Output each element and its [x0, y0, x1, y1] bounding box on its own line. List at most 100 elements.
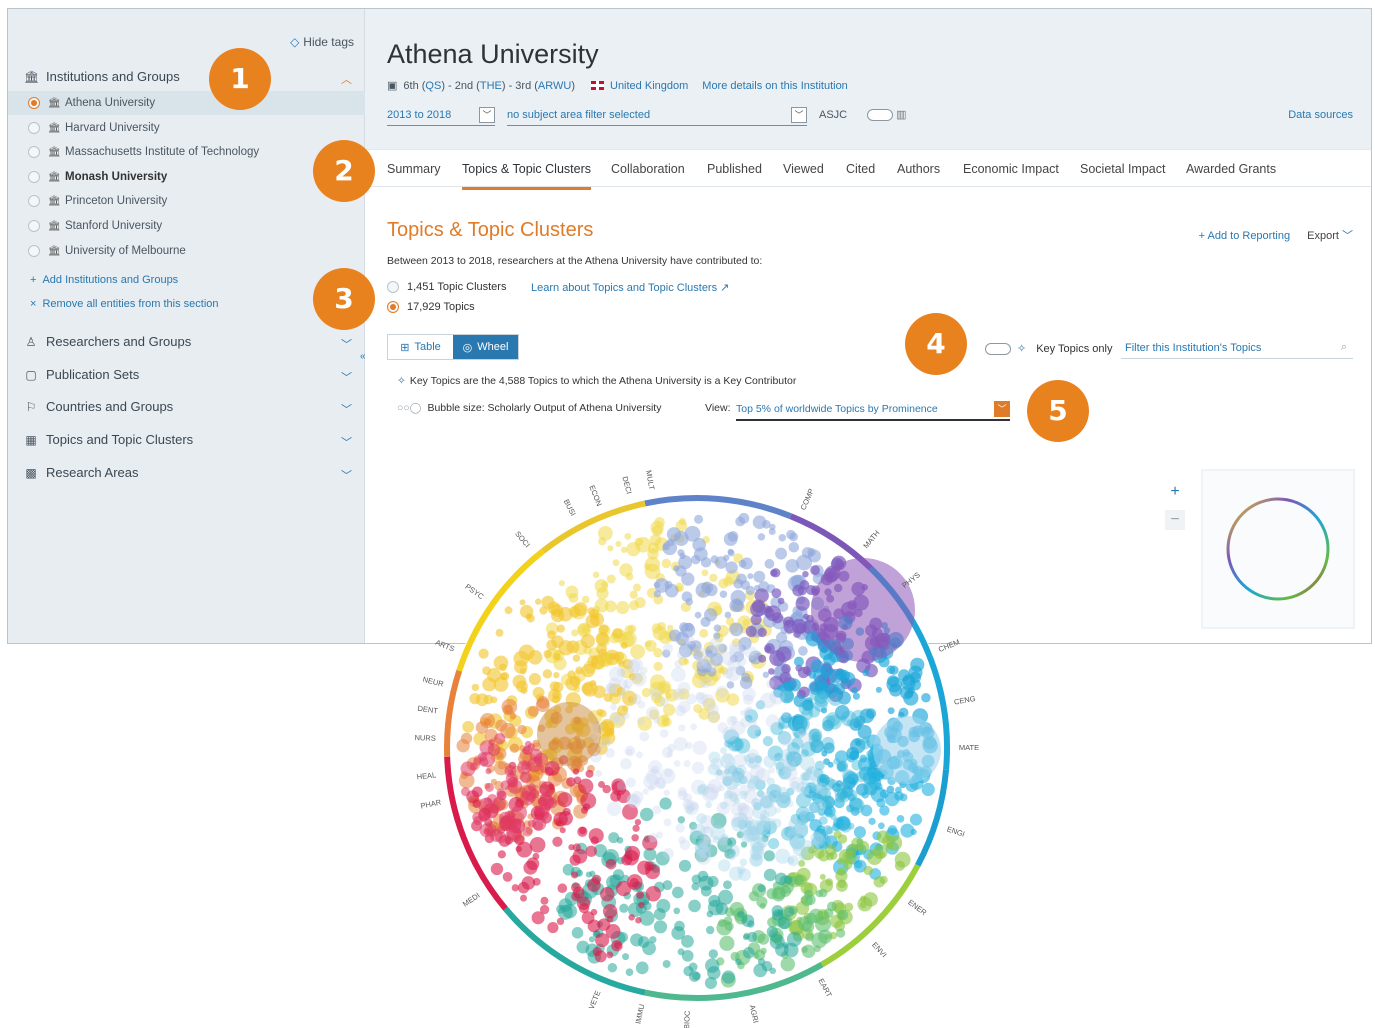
- topic-bubble[interactable]: [662, 543, 670, 551]
- institution-item[interactable]: 🏛 Harvard University: [8, 116, 365, 140]
- topic-bubble[interactable]: [627, 794, 641, 809]
- topic-bubble[interactable]: [788, 763, 797, 772]
- topic-bubble[interactable]: [546, 639, 558, 651]
- topic-bubble[interactable]: [762, 671, 770, 678]
- topic-bubble[interactable]: [887, 707, 895, 715]
- topic-bubble[interactable]: [644, 861, 655, 871]
- topic-bubble[interactable]: [616, 601, 630, 615]
- topic-bubble[interactable]: [719, 590, 728, 599]
- topic-bubble[interactable]: [847, 843, 858, 854]
- topic-bubble[interactable]: [688, 899, 701, 913]
- topic-bubble[interactable]: [821, 746, 828, 753]
- topic-bubble[interactable]: [733, 797, 741, 805]
- topic-bubble[interactable]: [592, 571, 600, 579]
- topic-bubble[interactable]: [640, 666, 648, 675]
- topic-bubble[interactable]: [507, 816, 516, 824]
- topic-bubble[interactable]: [662, 880, 673, 891]
- topic-bubble[interactable]: [671, 886, 684, 899]
- topic-bubble[interactable]: [526, 614, 535, 623]
- topic-bubble[interactable]: [783, 906, 795, 918]
- topic-bubble[interactable]: [475, 721, 489, 734]
- topic-bubble[interactable]: [804, 766, 819, 781]
- topic-bubble[interactable]: [519, 667, 527, 675]
- more-details-link[interactable]: More details on this Institution: [702, 80, 848, 92]
- topic-bubble[interactable]: [774, 872, 788, 886]
- topic-bubble[interactable]: [749, 853, 763, 867]
- topic-bubble[interactable]: [740, 557, 753, 570]
- topic-bubble[interactable]: [537, 702, 601, 766]
- topic-bubble[interactable]: [744, 752, 761, 769]
- topic-bubble[interactable]: [818, 929, 833, 944]
- topic-bubble[interactable]: [726, 715, 737, 726]
- option-topics[interactable]: 17,929 Topics: [387, 301, 475, 313]
- topic-bubble[interactable]: [791, 618, 807, 634]
- topic-bubble[interactable]: [775, 786, 790, 801]
- section-publication-sets[interactable]: ▢ Publication Sets: [24, 367, 139, 382]
- topic-bubble[interactable]: [862, 779, 877, 794]
- radio-icon[interactable]: [28, 195, 40, 207]
- topic-bubble[interactable]: [670, 667, 686, 682]
- topic-bubble[interactable]: [863, 865, 873, 876]
- topic-bubble[interactable]: [558, 640, 574, 656]
- topic-bubble[interactable]: [704, 976, 717, 990]
- topic-bubble[interactable]: [830, 813, 837, 821]
- topic-bubble[interactable]: [632, 824, 640, 832]
- topic-bubble[interactable]: [825, 826, 834, 835]
- topic-bubble[interactable]: [816, 783, 829, 796]
- topic-bubble[interactable]: [624, 532, 632, 540]
- topic-bubble[interactable]: [693, 704, 703, 714]
- radio-icon[interactable]: [28, 171, 40, 183]
- topic-bubble[interactable]: [620, 641, 628, 649]
- topic-bubble[interactable]: [899, 685, 914, 700]
- topic-bubble[interactable]: [744, 646, 758, 660]
- topic-bubble[interactable]: [798, 851, 808, 861]
- topic-bubble[interactable]: [630, 644, 646, 660]
- topic-bubble[interactable]: [653, 648, 663, 658]
- topic-bubble[interactable]: [653, 661, 663, 672]
- topic-bubble[interactable]: [664, 768, 673, 778]
- topic-bubble[interactable]: [639, 910, 655, 926]
- topic-bubble[interactable]: [814, 691, 828, 705]
- topic-bubble[interactable]: [752, 515, 767, 530]
- topic-bubble[interactable]: [737, 910, 745, 918]
- topic-bubble[interactable]: [842, 860, 853, 870]
- topic-bubble[interactable]: [581, 595, 590, 604]
- topic-bubble[interactable]: [639, 731, 650, 742]
- topic-bubble[interactable]: [751, 798, 761, 808]
- country-link[interactable]: United Kingdom: [610, 80, 688, 92]
- topic-bubble[interactable]: [616, 837, 624, 844]
- chevron-down-icon[interactable]: ﹀: [341, 369, 352, 385]
- tab-topics[interactable]: Topics & Topic Clusters: [462, 162, 591, 190]
- topic-bubble[interactable]: [532, 877, 541, 886]
- topic-bubble[interactable]: [800, 785, 810, 796]
- section-institutions[interactable]: 🏛 Institutions and Groups: [24, 69, 180, 84]
- topic-bubble[interactable]: [826, 852, 834, 861]
- topic-bubble[interactable]: [557, 883, 568, 894]
- zoom-in-button[interactable]: +: [1165, 482, 1185, 502]
- key-topics-toggle[interactable]: ✧ Key Topics only: [985, 342, 1112, 355]
- topic-bubble[interactable]: [878, 822, 885, 830]
- topic-bubble[interactable]: [620, 546, 628, 554]
- topic-bubble[interactable]: [542, 669, 553, 679]
- topic-bubble[interactable]: [585, 845, 597, 857]
- topic-bubble[interactable]: [495, 719, 508, 732]
- topic-bubble[interactable]: [747, 573, 754, 580]
- topic-bubble[interactable]: [862, 669, 870, 677]
- topic-bubble[interactable]: [853, 826, 866, 839]
- topic-bubble[interactable]: [749, 725, 759, 735]
- topic-bubble[interactable]: [590, 612, 605, 627]
- topic-bubble[interactable]: [705, 801, 712, 809]
- topic-bubble[interactable]: [677, 790, 688, 801]
- topic-bubble[interactable]: [782, 942, 789, 949]
- radio-icon[interactable]: [28, 97, 40, 109]
- topic-bubble[interactable]: [683, 760, 691, 768]
- topic-bubble[interactable]: [558, 811, 573, 826]
- topic-bubble[interactable]: [580, 792, 597, 809]
- topic-bubble[interactable]: [606, 915, 614, 923]
- topic-bubble[interactable]: [663, 789, 670, 796]
- topic-bubble[interactable]: [690, 723, 698, 731]
- topic-bubble[interactable]: [785, 558, 800, 573]
- topic-bubble[interactable]: [552, 691, 560, 699]
- topic-bubble[interactable]: [636, 891, 644, 899]
- topic-bubble[interactable]: [469, 693, 481, 705]
